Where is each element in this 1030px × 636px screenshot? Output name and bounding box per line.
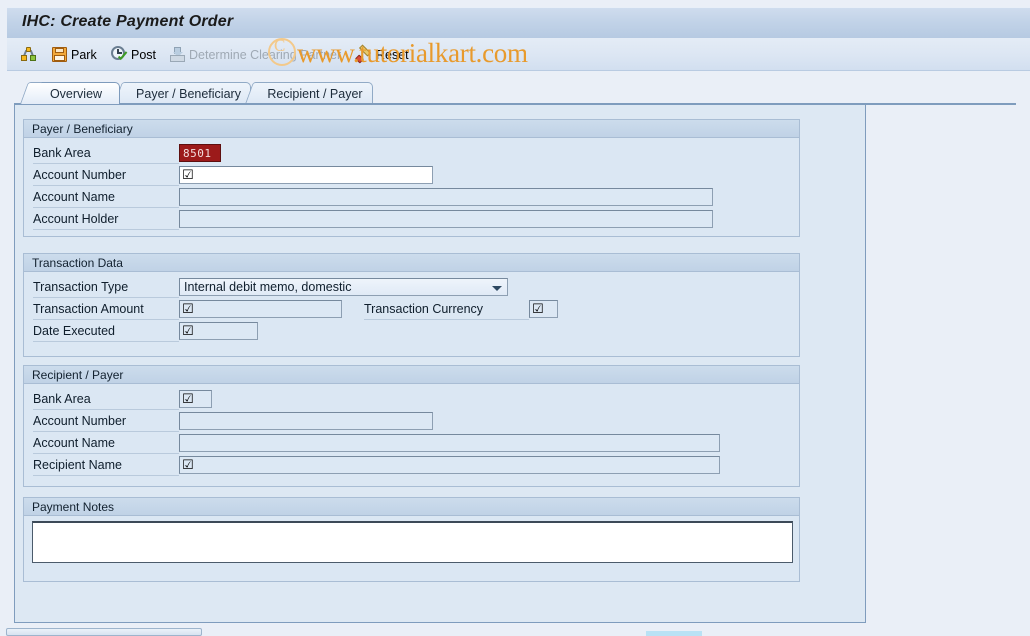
label-account-name: Account Name [33, 187, 179, 208]
checkbox-glyph-icon: ☑ [182, 323, 194, 339]
park-button-label: Park [71, 47, 97, 62]
post-button[interactable]: Post [107, 43, 160, 66]
input-account-number[interactable]: ☑ [179, 166, 433, 184]
field-row-recipient-account-name: Account Name [24, 433, 794, 454]
input-transaction-amount[interactable]: ☑ [179, 300, 342, 318]
group-payer-beneficiary-title: Payer / Beneficiary [24, 120, 799, 138]
label-recipient-account-number: Account Number [33, 411, 179, 432]
label-account-number: Account Number [33, 165, 179, 186]
application-window: IHC: Create Payment Order Park Post Dete… [0, 0, 1030, 636]
group-payment-notes: Payment Notes [23, 497, 800, 582]
label-recipient-name: Recipient Name [33, 455, 179, 476]
input-bank-area[interactable]: 8501 [179, 144, 221, 162]
field-row-recipient-account-number: Account Number [24, 411, 794, 432]
tab-payer-beneficiary-label: Payer / Beneficiary [136, 86, 241, 101]
horizontal-scrollbar[interactable] [6, 628, 202, 636]
payment-notes-textarea[interactable] [32, 521, 793, 563]
tab-recipient-payer-label: Recipient / Payer [267, 86, 363, 101]
checkbox-glyph-icon: ☑ [182, 457, 194, 473]
input-recipient-name[interactable]: ☑ [179, 456, 720, 474]
label-transaction-currency: Transaction Currency [364, 299, 529, 320]
input-account-name [179, 188, 713, 206]
label-bank-area: Bank Area [33, 143, 179, 164]
eraser-icon [354, 44, 373, 64]
checkbox-glyph-icon: ☑ [182, 167, 194, 183]
post-clock-check-icon [111, 46, 128, 63]
field-row-recipient-name: Recipient Name ☑ [24, 455, 794, 476]
determine-clearing-partner-button: Determine Clearing Partner [165, 43, 345, 66]
tab-overview-label: Overview [49, 86, 103, 101]
structure-button[interactable] [17, 43, 43, 66]
structure-icon [21, 46, 38, 63]
input-transaction-currency[interactable]: ☑ [529, 300, 558, 318]
page-title: IHC: Create Payment Order [22, 13, 234, 30]
group-payment-notes-title: Payment Notes [24, 498, 799, 516]
group-transaction-data: Transaction Data Transaction Type Intern… [23, 253, 800, 357]
select-transaction-type-value: Internal debit memo, domestic [184, 280, 352, 294]
reset-button-label: Reset [376, 47, 409, 62]
group-recipient-payer: Recipient / Payer Bank Area ☑ Account Nu… [23, 365, 800, 487]
label-date-executed: Date Executed [33, 321, 179, 342]
status-highlight-sliver [646, 631, 702, 636]
title-bar: IHC: Create Payment Order [7, 7, 1030, 38]
input-date-executed[interactable]: ☑ [179, 322, 258, 340]
label-account-holder: Account Holder [33, 209, 179, 230]
save-icon [51, 46, 68, 63]
field-row-date-executed: Date Executed ☑ [24, 321, 794, 342]
label-transaction-type: Transaction Type [33, 277, 179, 298]
group-transaction-data-title: Transaction Data [24, 254, 799, 272]
select-transaction-type[interactable]: Internal debit memo, domestic [179, 278, 508, 296]
input-recipient-account-name [179, 434, 720, 452]
determine-clearing-partner-label: Determine Clearing Partner [189, 47, 342, 62]
field-row-account-holder: Account Holder [24, 209, 794, 230]
tab-recipient-payer[interactable]: Recipient / Payer [244, 82, 373, 104]
park-button[interactable]: Park [47, 43, 101, 66]
overview-panel: Payer / Beneficiary Bank Area 8501 Accou… [14, 105, 866, 623]
input-recipient-account-number [179, 412, 433, 430]
determine-inbox-icon [169, 46, 186, 63]
toolbar: Park Post Determine Clearing Partner Res… [7, 38, 1030, 71]
group-payer-beneficiary: Payer / Beneficiary Bank Area 8501 Accou… [23, 119, 800, 237]
tab-payer-beneficiary[interactable]: Payer / Beneficiary [113, 82, 251, 104]
label-transaction-amount: Transaction Amount [33, 299, 179, 320]
chevron-down-icon [492, 286, 502, 291]
tab-overview[interactable]: Overview [19, 82, 120, 104]
field-row-bank-area: Bank Area 8501 [24, 143, 794, 164]
checkbox-glyph-icon: ☑ [182, 301, 194, 317]
reset-button[interactable]: Reset [352, 43, 413, 66]
field-row-transaction-type: Transaction Type Internal debit memo, do… [24, 277, 794, 298]
group-recipient-payer-title: Recipient / Payer [24, 366, 799, 384]
input-recipient-bank-area[interactable]: ☑ [179, 390, 212, 408]
label-recipient-bank-area: Bank Area [33, 389, 179, 410]
field-row-account-name: Account Name [24, 187, 794, 208]
field-row-recipient-bank-area: Bank Area ☑ [24, 389, 794, 410]
field-row-transaction-amount: Transaction Amount ☑ Transaction Currenc… [24, 299, 794, 320]
tab-strip: Overview Payer / Beneficiary Recipient /… [14, 82, 1014, 104]
checkbox-glyph-icon: ☑ [182, 391, 194, 407]
label-recipient-account-name: Account Name [33, 433, 179, 454]
checkbox-glyph-icon: ☑ [532, 301, 544, 317]
input-account-holder [179, 210, 713, 228]
field-row-account-number: Account Number ☑ [24, 165, 794, 186]
post-button-label: Post [131, 47, 157, 62]
panel-right-gap [867, 105, 1030, 623]
